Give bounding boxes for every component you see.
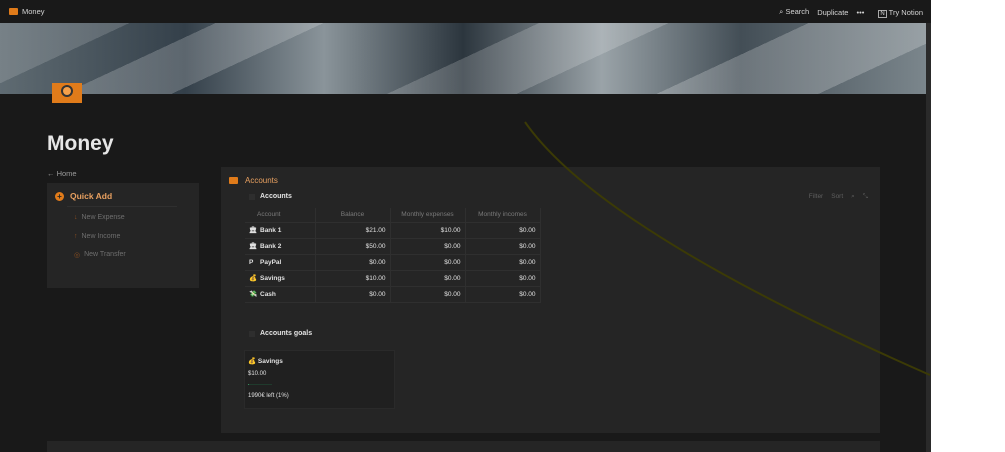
decorative-curve [524,121,931,376]
notion-page: Money ⌕ Search Duplicate ••• N Try Notio… [0,0,931,452]
